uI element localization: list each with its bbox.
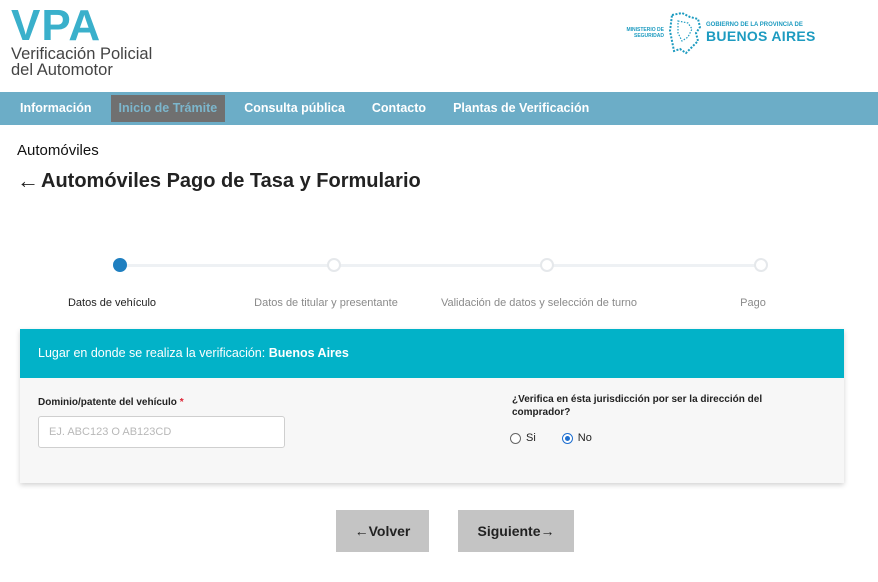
radio-si-label: Si [526, 432, 536, 444]
logo-mark: VPA [11, 1, 102, 50]
radio-no[interactable] [561, 432, 573, 444]
site-header: VPA Verificación Policial del Automotor … [0, 0, 878, 92]
nav-item-inicio-tramite[interactable]: Inicio de Trámite [110, 95, 226, 122]
jurisdiction-radio-group: Si No [510, 432, 618, 444]
domain-label-text: Dominio/patente del vehículo [38, 397, 177, 408]
vehicle-form-card: Lugar en donde se realiza la verificació… [20, 329, 844, 483]
arrow-right-icon: → [540, 523, 555, 539]
radio-no-label: No [577, 432, 592, 444]
step-label-titular: Datos de titular y presentante [254, 297, 398, 309]
logo-line-2: del Automotor [11, 61, 113, 79]
step-dot-titular[interactable] [327, 258, 341, 272]
vpa-logo[interactable]: VPA Verificación Policial del Automotor [11, 1, 153, 79]
province-label: GOBIERNO DE LA PROVINCIA DE BUENOS AIRES [706, 22, 816, 44]
government-logo: MINISTERIO DE SEGURIDAD GOBIERNO DE LA P… [624, 10, 816, 56]
step-label-pago: Pago [740, 297, 766, 309]
page-title-row: ← Automóviles Pago de Tasa y Formulario [17, 168, 421, 194]
nav-item-contacto[interactable]: Contacto [364, 95, 434, 122]
page-title: Automóviles Pago de Tasa y Formulario [41, 169, 421, 192]
step-label-vehiculo: Datos de vehículo [67, 297, 157, 309]
location-value: Buenos Aires [268, 346, 349, 360]
breadcrumb: Automóviles [17, 142, 99, 159]
arrow-left-icon: ← [354, 523, 369, 539]
logo-line-1: Verificación Policial [11, 45, 153, 63]
radio-si[interactable] [510, 432, 521, 444]
next-button[interactable]: Siguiente → [458, 510, 574, 552]
nav-item-informacion[interactable]: Información [12, 95, 100, 122]
location-banner: Lugar en donde se realiza la verificació… [20, 329, 844, 378]
progress-stepper: Datos de vehículo Datos de titular y pre… [0, 255, 878, 315]
domain-input[interactable] [38, 416, 285, 448]
domain-label: Dominio/patente del vehículo * [38, 397, 184, 408]
back-arrow-icon[interactable]: ← [17, 168, 39, 194]
back-button-label: Volver [368, 523, 411, 539]
radio-option-si[interactable]: Si [510, 432, 536, 444]
location-prefix: Lugar en donde se realiza la verificació… [38, 346, 269, 360]
step-dot-pago[interactable] [754, 258, 768, 272]
step-dot-validacion[interactable] [540, 258, 554, 272]
back-button[interactable]: ← Volver [336, 510, 429, 552]
nav-item-plantas-verificacion[interactable]: Plantas de Verificación [445, 95, 597, 122]
required-mark: * [179, 397, 184, 408]
province-map-icon [668, 11, 702, 55]
jurisdiction-question: ¿Verifica en ésta jurisdicción por ser l… [512, 394, 763, 418]
main-nav: Información Inicio de Trámite Consulta p… [0, 92, 878, 125]
radio-option-no[interactable]: No [561, 432, 592, 444]
ministry-line-2: SEGURIDAD [633, 33, 664, 39]
nav-item-consulta-publica[interactable]: Consulta pública [236, 95, 353, 122]
step-label-validacion: Validación de datos y selección de turno [440, 297, 638, 309]
next-button-label: Siguiente [477, 523, 541, 539]
province-big: BUENOS AIRES [706, 28, 816, 44]
stepper-track [120, 264, 760, 267]
step-dot-vehiculo[interactable] [113, 258, 127, 272]
ministry-label: MINISTERIO DE SEGURIDAD [624, 27, 664, 39]
